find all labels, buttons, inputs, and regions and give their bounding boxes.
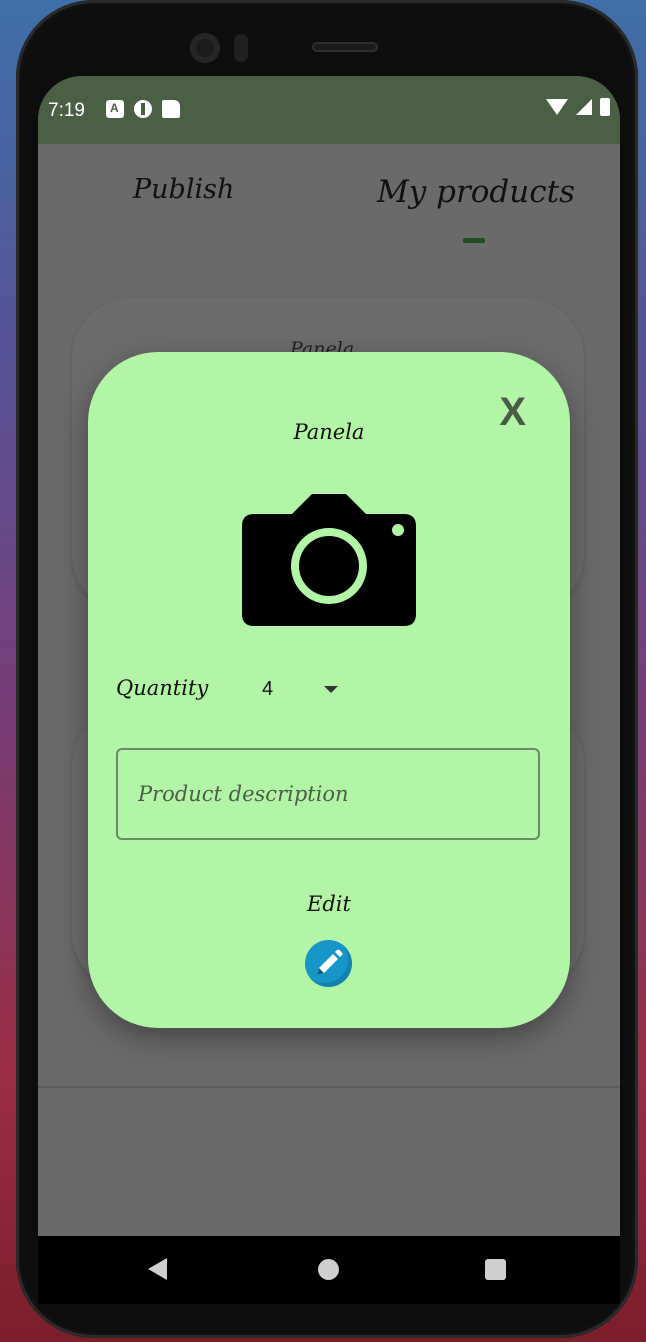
- quantity-value: 4: [262, 678, 274, 700]
- accessibility-a-icon: [106, 100, 124, 118]
- front-camera: [190, 33, 220, 63]
- navigation-bar: [38, 1236, 620, 1304]
- screen: 7:19 Publish My products Panela X Panela: [38, 76, 620, 1304]
- circle-app-icon: [134, 100, 152, 118]
- status-icons-left: [106, 100, 180, 118]
- status-bar: 7:19: [38, 76, 620, 144]
- dialog-title: Panela: [293, 420, 365, 444]
- earpiece-speaker: [312, 42, 378, 52]
- tab-indicator: [463, 238, 485, 243]
- divider: [38, 1086, 620, 1088]
- signal-icon: [576, 99, 592, 115]
- quantity-dropdown[interactable]: 4: [260, 676, 350, 706]
- back-icon[interactable]: [148, 1258, 167, 1280]
- pencil-icon: [317, 949, 343, 975]
- status-time: 7:19: [48, 100, 85, 121]
- edit-button[interactable]: [305, 940, 352, 987]
- status-icons-right: [546, 98, 610, 116]
- chevron-down-icon: [324, 686, 338, 693]
- camera-icon[interactable]: [242, 492, 416, 626]
- sensor: [234, 34, 248, 62]
- tab-bar: Publish My products: [38, 144, 620, 254]
- product-dialog: X Panela Quantity 4 Edit: [88, 352, 570, 1028]
- battery-icon: [600, 98, 610, 116]
- sd-card-icon: [162, 100, 180, 118]
- home-icon[interactable]: [318, 1259, 339, 1280]
- recents-icon[interactable]: [485, 1259, 506, 1280]
- tab-my-products[interactable]: My products: [377, 174, 575, 210]
- wifi-icon: [546, 99, 568, 115]
- quantity-label: Quantity: [116, 676, 209, 700]
- edit-label: Edit: [307, 892, 351, 916]
- tab-publish[interactable]: Publish: [133, 174, 234, 205]
- description-input[interactable]: [116, 748, 540, 840]
